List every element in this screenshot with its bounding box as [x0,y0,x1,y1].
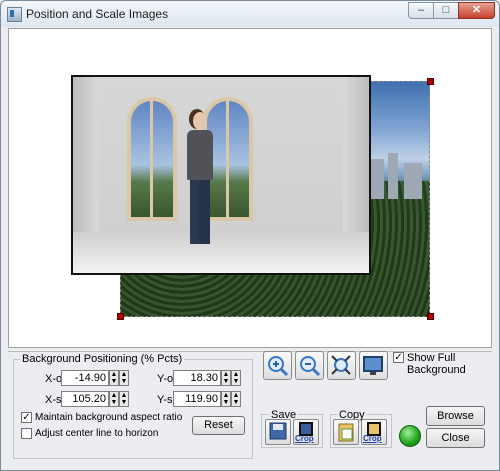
monitor-icon [363,356,383,375]
copy-crop-button[interactable]: Crop [361,419,387,445]
xscl-spinner-2[interactable]: ▲ ▼ [119,391,129,407]
adjust-center-checkbox[interactable] [21,428,32,439]
reset-button[interactable]: Reset [192,416,245,435]
show-full-background-checkbox[interactable]: ✓ [393,352,404,363]
title-bar: Position and Scale Images – □ ✕ [1,1,499,27]
clipboard-icon [338,423,354,442]
floppy-icon [269,422,287,440]
fit-to-window-button[interactable] [327,351,356,380]
yscl-input[interactable]: 119.90 [173,391,221,407]
xoff-spinner[interactable]: ▲ ▼ [109,370,119,386]
xscl-input[interactable]: 105.20 [61,391,109,407]
app-icon [7,7,22,22]
xoff-spinner-2[interactable]: ▲ ▼ [119,370,129,386]
dialog-window: Position and Scale Images – □ ✕ Backgrou… [0,0,500,471]
close-button[interactable]: Close [426,428,485,448]
person-head [193,112,207,130]
fit-to-window-icon [331,355,351,375]
copy-crop-label: Crop [363,434,382,443]
yoff-spinner-2[interactable]: ▲ ▼ [231,370,241,386]
person-body [187,130,213,180]
resize-handle-bottom-left[interactable] [117,313,124,320]
maximize-button[interactable]: □ [433,2,459,19]
xoff-input[interactable]: -14.90 [61,370,109,386]
close-window-button[interactable]: ✕ [458,2,495,19]
person-legs [190,180,210,244]
show-full-background-label: Show Full Background [407,352,466,376]
arched-window-left [127,97,177,221]
yscl-spinner[interactable]: ▲ ▼ [221,391,231,407]
maintain-aspect-label: Maintain background aspect ratio [35,412,183,423]
resize-handle-bottom-right[interactable] [427,313,434,320]
xscl-spinner[interactable]: ▲ ▼ [109,391,119,407]
adjust-center-label: Adjust center line to horizon [35,428,159,439]
save-crop-button[interactable]: Crop [293,419,319,445]
maintain-aspect-checkbox[interactable]: ✓ [21,412,32,423]
room-floor [73,232,369,273]
minimize-button[interactable]: – [408,2,434,19]
zoom-in-icon [268,356,289,377]
zoom-out-button[interactable] [295,351,324,380]
preview-canvas[interactable] [8,28,492,348]
save-crop-label: Crop [295,434,314,443]
browse-button[interactable]: Browse [426,406,485,426]
group-label: Background Positioning (% Pcts) [20,353,185,365]
window-title: Position and Scale Images [26,7,169,21]
save-button[interactable] [265,419,291,445]
yoff-spinner[interactable]: ▲ ▼ [221,370,231,386]
status-light-icon [399,425,421,447]
yscl-spinner-2[interactable]: ▲ ▼ [231,391,241,407]
zoom-in-button[interactable] [263,351,292,380]
person-figure [181,112,219,252]
monitor-button[interactable] [359,351,388,380]
resize-handle-top-right[interactable] [427,78,434,85]
copy-button[interactable] [333,419,359,445]
foreground-image[interactable] [71,75,371,275]
zoom-out-icon [300,356,321,377]
yoff-input[interactable]: 18.30 [173,370,221,386]
